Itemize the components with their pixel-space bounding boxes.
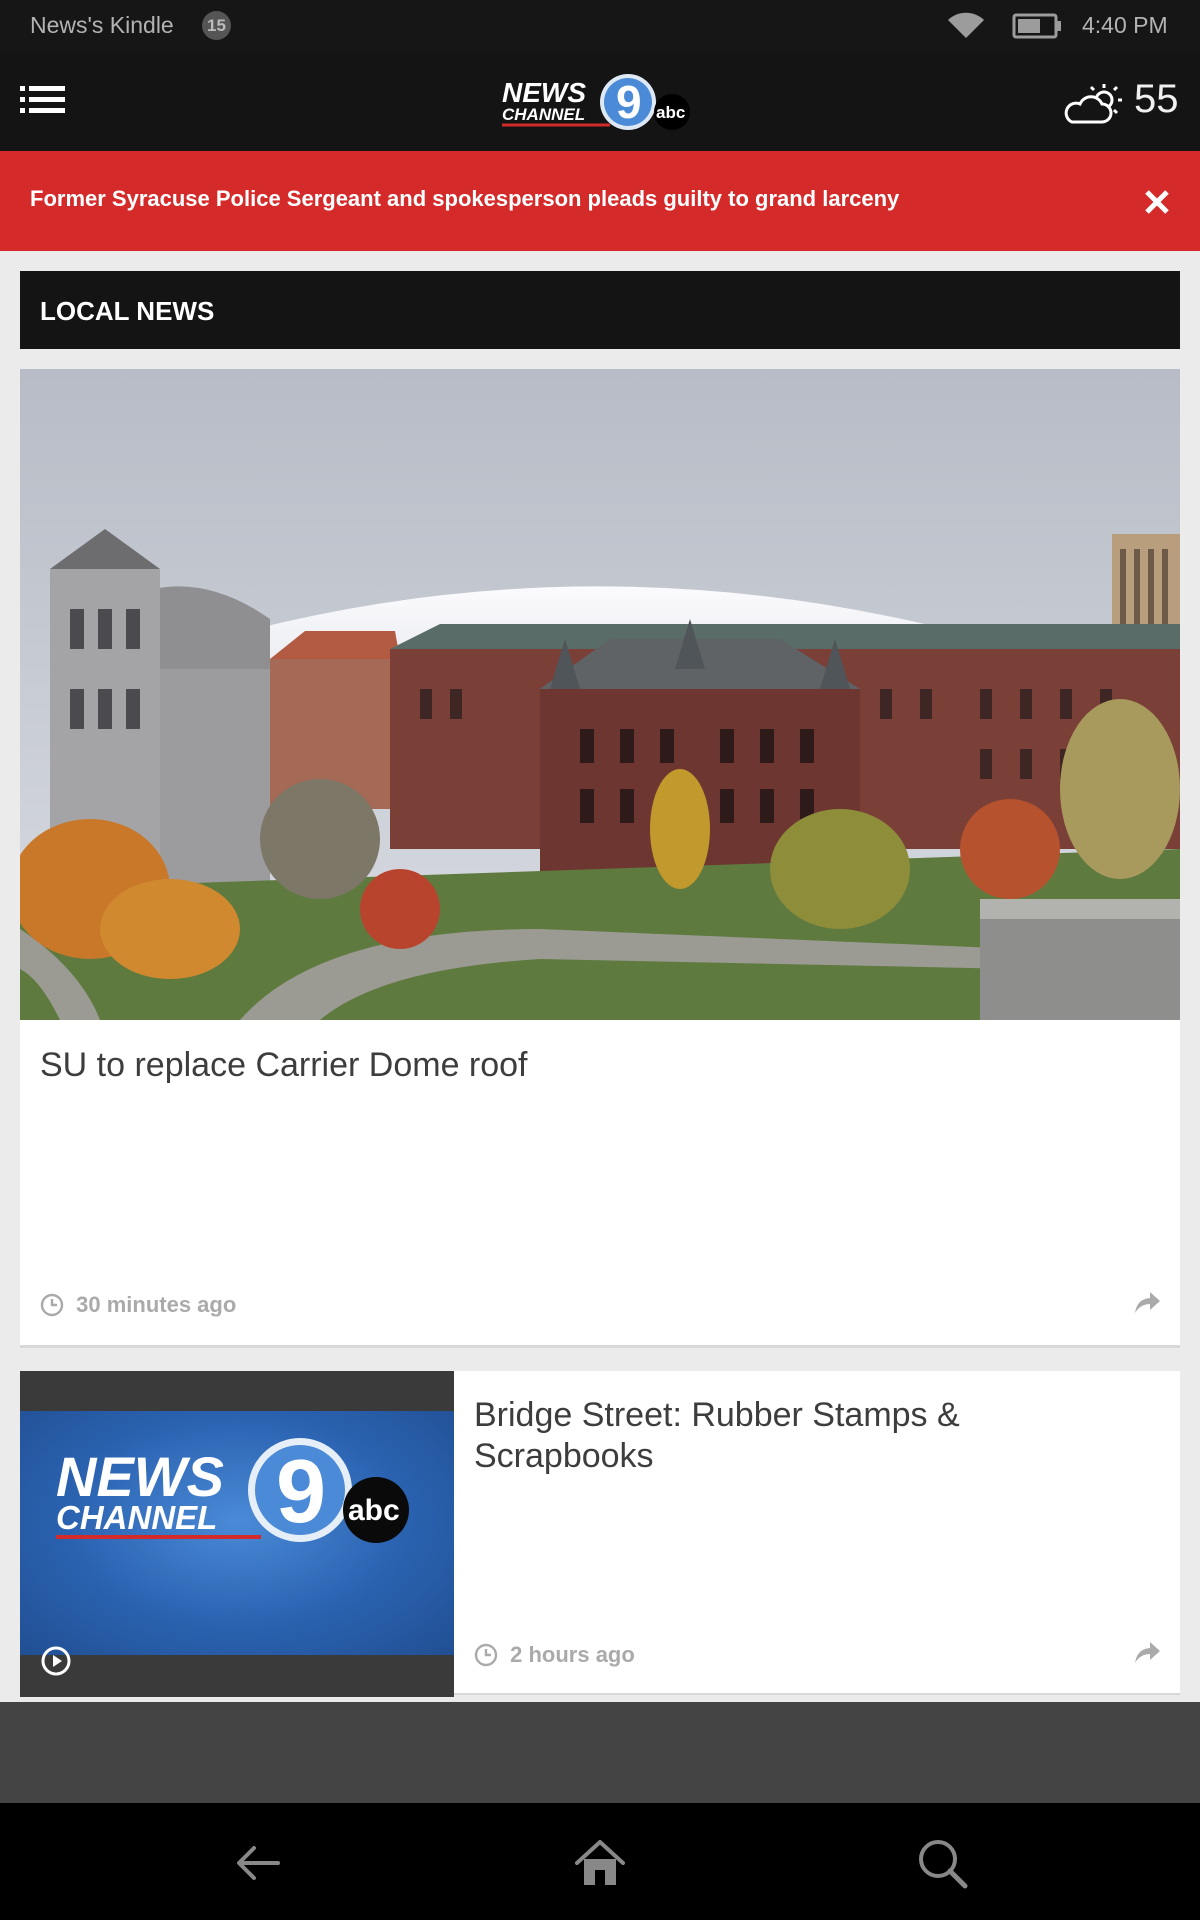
status-bar: News's Kindle 15 4:40 PM bbox=[0, 0, 1200, 52]
video-thumbnail[interactable]: NEWS CHANNEL 9 abc bbox=[20, 1371, 454, 1697]
wifi-icon bbox=[948, 12, 984, 39]
carrier-dome-photo[interactable] bbox=[20, 369, 1180, 1020]
breaking-news-banner[interactable]: Former Syracuse Police Sergeant and spok… bbox=[0, 151, 1200, 251]
clock-icon bbox=[474, 1643, 498, 1667]
home-icon[interactable] bbox=[572, 1835, 628, 1891]
search-icon[interactable] bbox=[914, 1835, 970, 1891]
article-time: 2 hours ago bbox=[510, 1642, 635, 1668]
logo-word-news: NEWS bbox=[502, 77, 586, 108]
clock-icon bbox=[40, 1293, 64, 1317]
notification-badge[interactable]: 15 bbox=[202, 11, 231, 40]
menu-icon[interactable] bbox=[18, 82, 68, 122]
temperature[interactable]: 55 bbox=[1134, 77, 1179, 122]
thumb-logo-word-channel: CHANNEL bbox=[56, 1499, 217, 1536]
thumb-logo-number: 9 bbox=[276, 1442, 326, 1542]
section-header: LOCAL NEWS bbox=[20, 271, 1180, 349]
logo-word-channel: CHANNEL bbox=[502, 105, 585, 124]
article-card[interactable]: NEWS CHANNEL 9 abc Bridge Street: Rubber… bbox=[20, 1371, 1180, 1697]
share-icon[interactable] bbox=[1132, 1289, 1162, 1317]
news-channel-9-logo[interactable]: NEWS CHANNEL 9 abc bbox=[500, 72, 700, 134]
play-icon[interactable] bbox=[40, 1645, 72, 1677]
logo-network: abc bbox=[656, 103, 685, 122]
app-header: NEWS CHANNEL 9 abc 55 bbox=[0, 52, 1200, 151]
back-arrow-icon[interactable] bbox=[230, 1835, 286, 1891]
system-nav-bar bbox=[0, 1803, 1200, 1920]
article-time: 30 minutes ago bbox=[76, 1292, 237, 1318]
clock-time: 4:40 PM bbox=[1082, 12, 1168, 38]
battery-icon bbox=[1012, 13, 1061, 39]
thumb-logo-network: abc bbox=[348, 1494, 400, 1527]
partly-cloudy-icon[interactable] bbox=[1064, 82, 1124, 126]
bottom-gray-band bbox=[0, 1702, 1200, 1803]
article-timestamp: 30 minutes ago bbox=[40, 1291, 236, 1318]
article-timestamp: 2 hours ago bbox=[474, 1641, 635, 1668]
article-card-featured[interactable]: SU to replace Carrier Dome roof 30 minut… bbox=[20, 369, 1180, 1348]
article-title[interactable]: SU to replace Carrier Dome roof bbox=[40, 1046, 528, 1085]
section-title: LOCAL NEWS bbox=[40, 296, 215, 326]
device-name: News's Kindle bbox=[30, 12, 174, 38]
article-title[interactable]: Bridge Street: Rubber Stamps & Scrapbook… bbox=[474, 1395, 1094, 1477]
news-channel-9-logo: NEWS CHANNEL 9 abc bbox=[56, 1438, 409, 1543]
breaking-headline[interactable]: Former Syracuse Police Sergeant and spok… bbox=[30, 186, 899, 212]
share-icon[interactable] bbox=[1132, 1639, 1162, 1667]
logo-number: 9 bbox=[616, 76, 642, 128]
close-icon[interactable] bbox=[1140, 185, 1174, 219]
